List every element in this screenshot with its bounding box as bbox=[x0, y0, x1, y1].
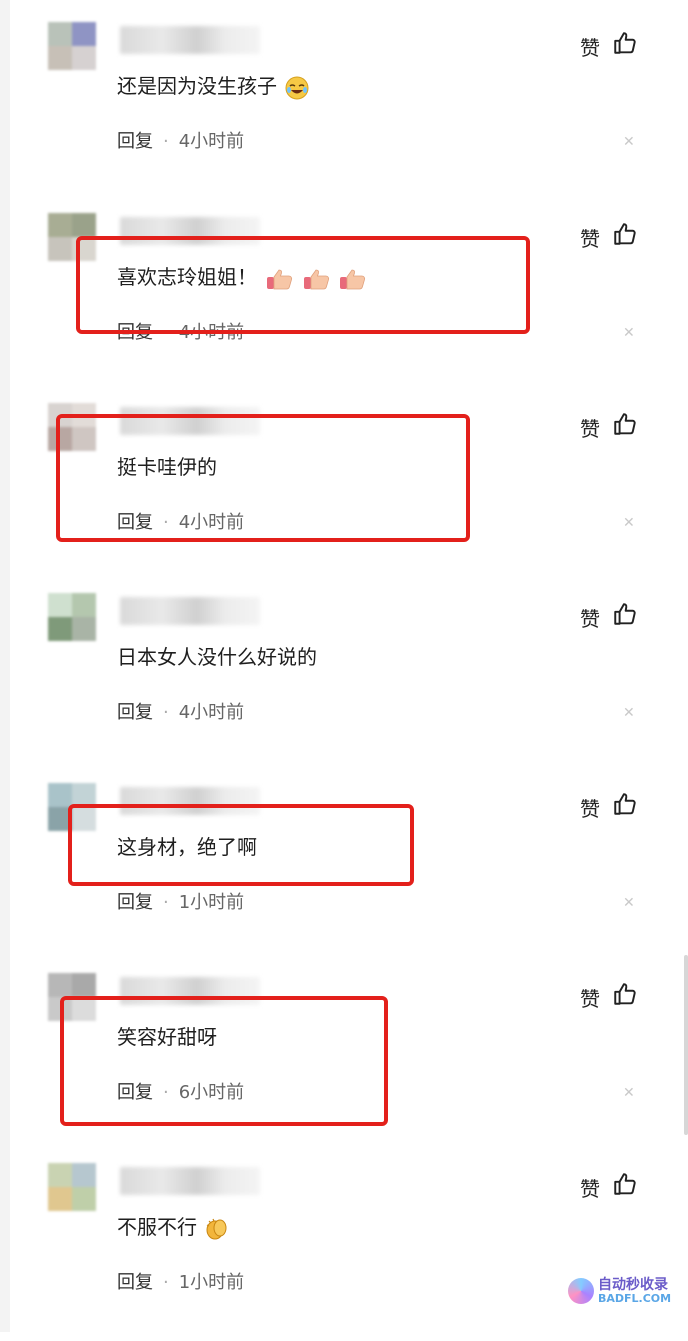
comment-text: 日本女人没什么好说的 bbox=[117, 645, 317, 669]
thumbs-up-icon[interactable] bbox=[612, 30, 638, 56]
close-icon[interactable]: ✕ bbox=[623, 705, 635, 721]
comment-item: 还是因为没生孩子 回复 · 4小时前 赞 ✕ bbox=[0, 10, 688, 200]
thumbs-up-icon[interactable] bbox=[612, 221, 638, 247]
highlight-box bbox=[76, 236, 530, 334]
close-icon[interactable]: ✕ bbox=[623, 325, 635, 341]
like-button[interactable]: 赞 bbox=[580, 793, 600, 822]
close-icon[interactable]: ✕ bbox=[623, 1085, 635, 1101]
avatar[interactable] bbox=[48, 593, 96, 651]
comment-meta: 回复 · 4小时前 bbox=[117, 702, 245, 723]
reply-button[interactable]: 回复 bbox=[117, 702, 153, 723]
thumbs-up-icon[interactable] bbox=[612, 411, 638, 437]
like-button[interactable]: 赞 bbox=[580, 983, 600, 1012]
comment-time: 1小时前 bbox=[178, 892, 245, 913]
like-button[interactable]: 赞 bbox=[580, 1173, 600, 1202]
comment-meta: 回复 · 1小时前 bbox=[117, 892, 245, 913]
comment-text: 还是因为没生孩子 bbox=[117, 70, 309, 100]
highlight-box bbox=[56, 414, 470, 542]
reply-button[interactable]: 回复 bbox=[117, 131, 153, 152]
watermark: 自动秒收录 BADFL.COM bbox=[566, 1274, 676, 1310]
thumbs-up-icon[interactable] bbox=[612, 1171, 638, 1197]
like-button[interactable]: 赞 bbox=[580, 32, 600, 61]
reply-button[interactable]: 回复 bbox=[117, 892, 153, 913]
username-blurred[interactable] bbox=[120, 1167, 260, 1195]
close-icon[interactable]: ✕ bbox=[623, 515, 635, 531]
avatar[interactable] bbox=[48, 1163, 96, 1221]
thumbs-up-icon[interactable] bbox=[612, 601, 638, 627]
thumbs-up-icon[interactable] bbox=[612, 981, 638, 1007]
comment-time: 4小时前 bbox=[178, 131, 245, 152]
comment-time: 1小时前 bbox=[178, 1272, 245, 1293]
like-button[interactable]: 赞 bbox=[580, 413, 600, 442]
watermark-domain: BADFL.COM bbox=[598, 1292, 672, 1305]
watermark-text: 自动秒收录 bbox=[598, 1277, 668, 1293]
comment-item: 日本女人没什么好说的 回复 · 4小时前 赞 ✕ bbox=[0, 581, 688, 771]
watermark-logo-icon bbox=[568, 1278, 594, 1304]
close-icon[interactable]: ✕ bbox=[623, 134, 635, 150]
comment-time: 4小时前 bbox=[178, 702, 245, 723]
like-button[interactable]: 赞 bbox=[580, 223, 600, 252]
laughing-crying-emoji bbox=[285, 76, 309, 99]
thumbs-up-icon[interactable] bbox=[612, 791, 638, 817]
comment-item: 不服不行 回复 · 1小时前 赞 bbox=[0, 1151, 688, 1341]
close-icon[interactable]: ✕ bbox=[623, 895, 635, 911]
username-blurred[interactable] bbox=[120, 597, 260, 625]
comment-meta: 回复 · 1小时前 bbox=[117, 1272, 245, 1293]
username-blurred[interactable] bbox=[120, 26, 260, 54]
highlight-box bbox=[60, 996, 388, 1126]
avatar[interactable] bbox=[48, 22, 96, 80]
highlight-box bbox=[68, 804, 414, 886]
clapping-hands-emoji bbox=[206, 1218, 227, 1239]
reply-button[interactable]: 回复 bbox=[117, 1272, 153, 1293]
like-button[interactable]: 赞 bbox=[580, 603, 600, 632]
comment-meta: 回复 · 4小时前 bbox=[117, 131, 245, 152]
comment-text: 不服不行 bbox=[117, 1211, 229, 1241]
